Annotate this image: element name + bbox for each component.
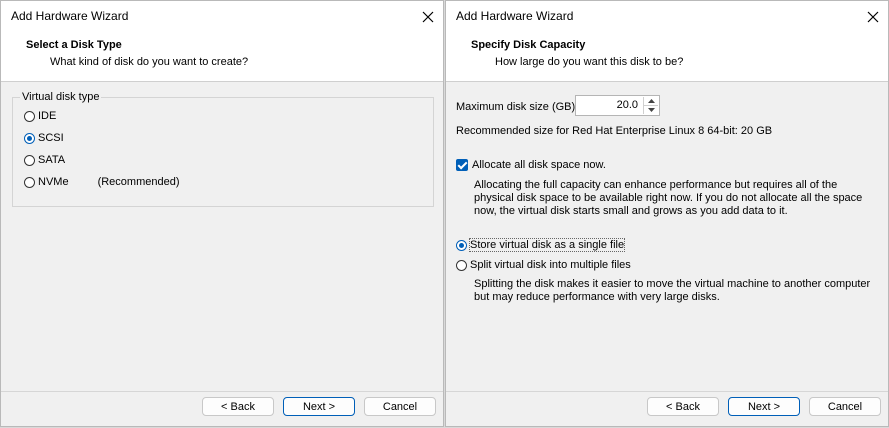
radio-label: SCSI [38,132,64,144]
recommended-note: (Recommended) [97,176,180,188]
radio-ide[interactable]: IDE [24,110,56,122]
window-title: Add Hardware Wizard [456,9,574,23]
cancel-button[interactable]: Cancel [809,397,881,416]
radio-button[interactable] [24,110,35,122]
title-bar[interactable]: Add Hardware Wizard [446,1,888,32]
title-bar[interactable]: Add Hardware Wizard [1,1,443,32]
radio-label: NVMe [38,176,69,188]
radio-button[interactable] [24,176,35,188]
radio-label: IDE [38,110,57,122]
split-description: Splitting the disk makes it easier to mo… [474,278,871,303]
split-files-radio-row[interactable]: Split virtual disk into multiple files [456,259,631,271]
wizard-content: Virtual disk type IDE SCSI SATA NVMe (Re… [1,82,443,392]
next-button[interactable]: Next > [728,397,800,416]
store-single-label: Store virtual disk as a single file [468,238,626,252]
max-size-input[interactable] [578,98,638,112]
chevron-up-icon[interactable] [644,97,658,105]
cancel-button[interactable]: Cancel [364,397,436,416]
radio-button[interactable] [24,154,35,166]
max-size-stepper[interactable] [575,95,660,116]
allocate-checkbox[interactable] [456,159,468,171]
stepper-arrows [643,97,658,114]
group-label: Virtual disk type [20,91,102,103]
back-button[interactable]: < Back [647,397,719,416]
allocate-all-checkbox-row[interactable]: Allocate all disk space now. [456,159,606,171]
split-label: Split virtual disk into multiple files [470,259,631,271]
radio-button-selected[interactable] [456,239,467,251]
wizard-footer: < Back Next > Cancel [446,391,888,426]
radio-button[interactable] [456,259,467,271]
page-title: Select a Disk Type [26,39,122,51]
allocate-label: Allocate all disk space now. [472,159,606,171]
back-button[interactable]: < Back [202,397,274,416]
add-hardware-wizard-disk-capacity-window: Add Hardware Wizard Specify Disk Capacit… [445,0,889,427]
radio-scsi[interactable]: SCSI [24,132,64,144]
radio-sata[interactable]: SATA [24,154,65,166]
close-icon[interactable] [858,1,888,32]
wizard-footer: < Back Next > Cancel [1,391,443,426]
radio-nvme[interactable]: NVMe (Recommended) [24,176,179,188]
allocate-description: Allocating the full capacity can enhance… [474,179,863,217]
disk-type-group: Virtual disk type IDE SCSI SATA NVMe (Re… [12,91,434,207]
page-subtitle: What kind of disk do you want to create? [50,56,249,68]
store-single-file-radio-row[interactable]: Store virtual disk as a single file [456,238,626,252]
next-button[interactable]: Next > [283,397,355,416]
chevron-down-icon[interactable] [644,105,658,114]
wizard-header: Select a Disk Type What kind of disk do … [1,32,443,82]
wizard-header: Specify Disk Capacity How large do you w… [446,32,888,82]
window-title: Add Hardware Wizard [11,9,129,23]
wizard-content: Maximum disk size (GB): Recommended size… [446,82,888,392]
page-title: Specify Disk Capacity [471,39,586,51]
radio-button-selected[interactable] [24,132,35,144]
max-size-label: Maximum disk size (GB): [456,101,579,113]
recommended-size-text: Recommended size for Red Hat Enterprise … [456,125,773,137]
page-subtitle: How large do you want this disk to be? [495,56,684,68]
close-icon[interactable] [413,1,443,32]
add-hardware-wizard-disk-type-window: Add Hardware Wizard Select a Disk Type W… [0,0,444,427]
radio-label: SATA [38,154,66,166]
